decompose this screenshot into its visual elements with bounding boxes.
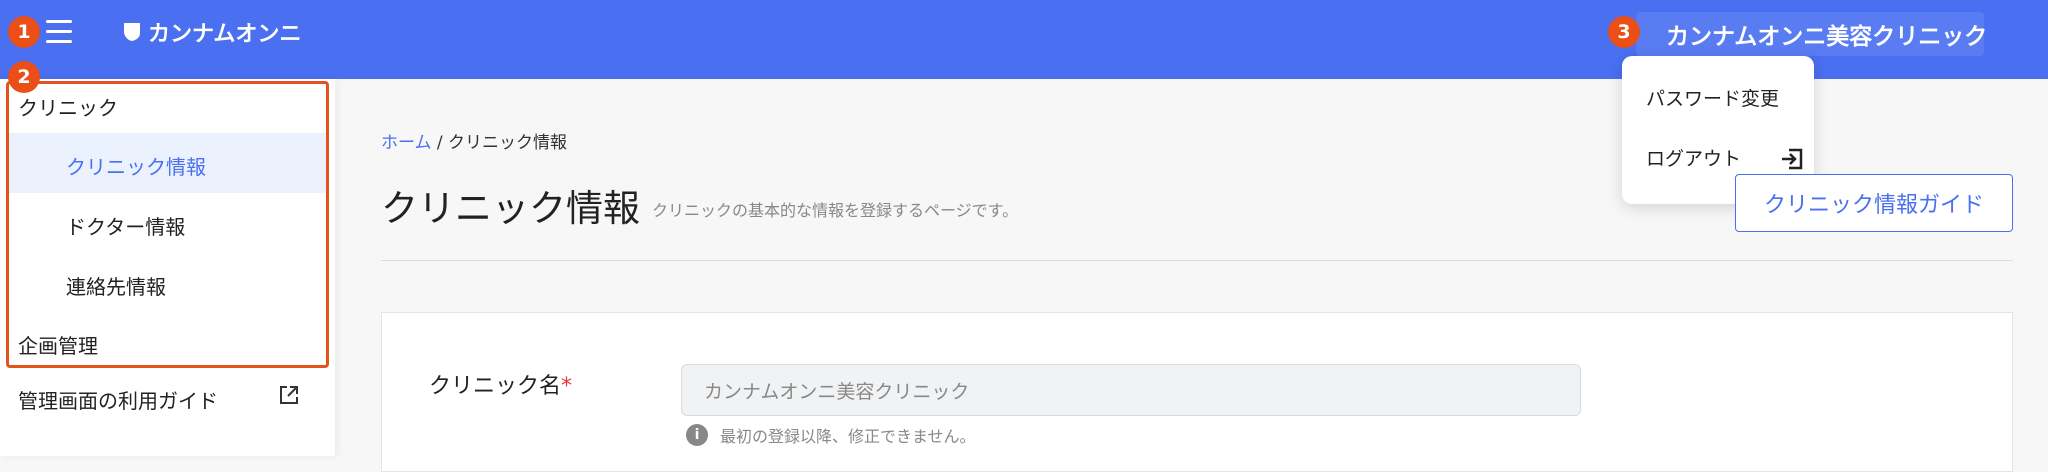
app-logo[interactable]: カンナムオンニ <box>122 17 301 47</box>
clinic-name-label: クリニック名* <box>429 368 572 400</box>
sidebar-item-doctor-info[interactable]: ドクター情報 <box>66 211 185 240</box>
page-description: クリニックの基本的な情報を登録するページです。 <box>652 201 1019 220</box>
clinic-name-help: i 最初の登録以降、修正できません。 <box>686 423 976 447</box>
hamburger-icon <box>46 40 72 43</box>
breadcrumb: ホーム / クリニック情報 <box>381 128 567 153</box>
breadcrumb-separator: / <box>431 133 449 153</box>
sidebar-item-clinic[interactable]: クリニック <box>18 92 118 121</box>
menu-item-logout[interactable]: ログアウト <box>1646 144 1803 171</box>
hamburger-icon <box>46 20 72 23</box>
logout-icon <box>1782 148 1803 170</box>
clinic-name-input[interactable] <box>681 364 1581 416</box>
required-mark: * <box>561 374 573 399</box>
menu-button[interactable] <box>46 20 72 44</box>
sidebar-item-contact-info[interactable]: 連絡先情報 <box>66 271 166 300</box>
logo-icon <box>124 23 140 41</box>
logo-text: カンナムオンニ <box>148 22 302 47</box>
sidebar-item-clinic-info[interactable]: クリニック情報 <box>66 151 206 180</box>
user-menu-button[interactable]: カンナムオンニ美容クリニック <box>1636 12 1988 56</box>
sidebar-item-guide[interactable]: 管理画面の利用ガイド <box>18 385 218 414</box>
user-name: カンナムオンニ美容クリニック <box>1666 24 1988 50</box>
info-icon: i <box>686 424 708 446</box>
annotation-badge-1: 1 <box>8 16 40 48</box>
menu-item-logout-label: ログアウト <box>1646 148 1742 170</box>
divider <box>381 260 2013 261</box>
menu-item-password-change[interactable]: パスワード変更 <box>1646 84 1779 111</box>
page-title: クリニック情報 <box>381 187 640 230</box>
clinic-info-guide-button[interactable]: クリニック情報ガイド <box>1735 174 2013 232</box>
sidebar-item-planning[interactable]: 企画管理 <box>18 330 98 359</box>
breadcrumb-home-link[interactable]: ホーム <box>381 133 432 153</box>
hamburger-icon <box>46 30 72 33</box>
clinic-name-help-text: 最初の登録以降、修正できません。 <box>720 427 976 446</box>
annotation-badge-3: 3 <box>1608 16 1640 48</box>
clinic-name-label-text: クリニック名 <box>429 374 562 399</box>
annotation-badge-2: 2 <box>8 61 40 93</box>
external-link-icon[interactable] <box>278 384 300 406</box>
breadcrumb-current: クリニック情報 <box>448 133 568 153</box>
